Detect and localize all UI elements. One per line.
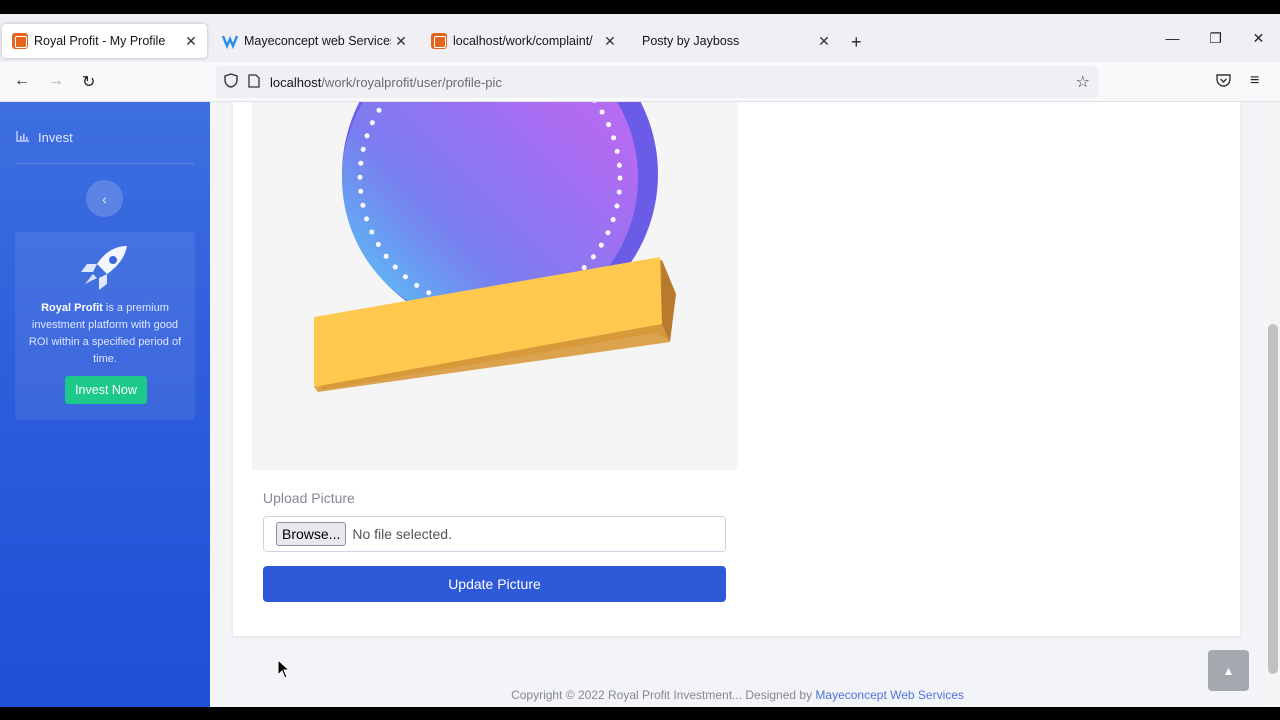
- restore-icon[interactable]: ❐: [1194, 14, 1237, 62]
- close-icon[interactable]: ✕: [600, 33, 620, 50]
- tab-title: localhost/work/complaint/: [453, 34, 593, 48]
- forward-icon[interactable]: →: [48, 72, 64, 90]
- mayeconcept-icon: [221, 33, 239, 50]
- tab-royal-profit[interactable]: Royal Profit - My Profile ✕: [2, 24, 207, 58]
- tab-mayeconcept[interactable]: Mayeconcept web Services ✕: [212, 24, 417, 58]
- tab-title: Royal Profit - My Profile: [34, 34, 166, 48]
- xampp-icon: [431, 33, 447, 49]
- reload-icon[interactable]: ↻: [82, 72, 95, 92]
- mouse-cursor-icon: [277, 658, 291, 684]
- new-tab-icon[interactable]: +: [851, 32, 862, 53]
- file-status-text: No file selected.: [352, 526, 452, 542]
- sidebar-toggle-button[interactable]: ‹: [86, 180, 123, 217]
- scrollbar-thumb[interactable]: [1268, 324, 1278, 674]
- tab-complaint[interactable]: localhost/work/complaint/ ✕: [421, 24, 626, 58]
- back-icon[interactable]: ←: [14, 72, 30, 90]
- menu-icon[interactable]: ≡: [1250, 72, 1259, 90]
- chevron-up-icon: ▲: [1222, 663, 1235, 678]
- promo-description: Royal Profit is a premium investment pla…: [25, 300, 185, 368]
- close-icon[interactable]: ✕: [391, 33, 411, 50]
- copyright-text: Copyright © 2022 Royal Profit Investment…: [511, 688, 816, 702]
- pocket-icon[interactable]: [1216, 73, 1231, 92]
- page-info-icon[interactable]: [248, 73, 260, 91]
- upload-picture-label: Upload Picture: [263, 490, 355, 506]
- tab-strip: Royal Profit - My Profile ✕ Mayeconcept …: [0, 14, 1280, 62]
- xampp-icon: [12, 33, 28, 49]
- minimize-icon[interactable]: —: [1151, 14, 1194, 62]
- promo-brand: Royal Profit: [41, 302, 103, 314]
- window-close-icon[interactable]: ✕: [1237, 14, 1280, 62]
- shield-icon[interactable]: [224, 73, 238, 91]
- sidebar-divider: [16, 163, 194, 164]
- file-input[interactable]: Browse... No file selected.: [263, 516, 726, 552]
- badge-ribbon-image: [314, 102, 676, 392]
- close-icon[interactable]: ✕: [181, 33, 201, 50]
- sidebar-item-label: Invest: [38, 130, 73, 145]
- browser-window: Royal Profit - My Profile ✕ Mayeconcept …: [0, 0, 1280, 720]
- invest-now-button[interactable]: Invest Now: [65, 376, 147, 404]
- rocket-icon: [79, 244, 131, 297]
- close-icon[interactable]: ✕: [814, 33, 834, 50]
- scroll-to-top-button[interactable]: ▲: [1208, 650, 1249, 691]
- tab-posty[interactable]: Posty by Jayboss ✕: [630, 24, 840, 58]
- chart-icon: [16, 130, 30, 145]
- tab-title: Mayeconcept web Services: [244, 34, 391, 48]
- window-controls: — ❐ ✕: [1151, 14, 1280, 62]
- chevron-left-icon: ‹: [102, 190, 107, 207]
- update-picture-button[interactable]: Update Picture: [263, 566, 726, 602]
- url-path: /work/royalprofit/user/profile-pic: [321, 74, 502, 90]
- page-viewport: Invest ‹ Royal Profit is a premium inves…: [0, 102, 1280, 707]
- profile-picture-preview: [252, 102, 738, 470]
- sidebar: Invest ‹ Royal Profit is a premium inves…: [0, 102, 210, 707]
- navigation-bar: ← → ↻ localhost/work/royalprofit/user/pr…: [0, 62, 1280, 102]
- url-host: localhost: [270, 74, 322, 90]
- page-scrollbar[interactable]: [1265, 102, 1280, 707]
- bookmark-star-icon[interactable]: ☆: [1076, 72, 1090, 92]
- profile-picture-card: Upload Picture Browse... No file selecte…: [233, 102, 1240, 636]
- footer: Copyright © 2022 Royal Profit Investment…: [210, 688, 1265, 702]
- address-bar[interactable]: localhost/work/royalprofit/user/profile-…: [216, 66, 1098, 98]
- tab-title: Posty by Jayboss: [642, 34, 740, 48]
- designer-link[interactable]: Mayeconcept Web Services: [815, 688, 964, 702]
- browse-button[interactable]: Browse...: [276, 522, 347, 546]
- promo-card: Royal Profit is a premium investment pla…: [15, 232, 195, 420]
- sidebar-item-invest[interactable]: Invest: [16, 130, 73, 145]
